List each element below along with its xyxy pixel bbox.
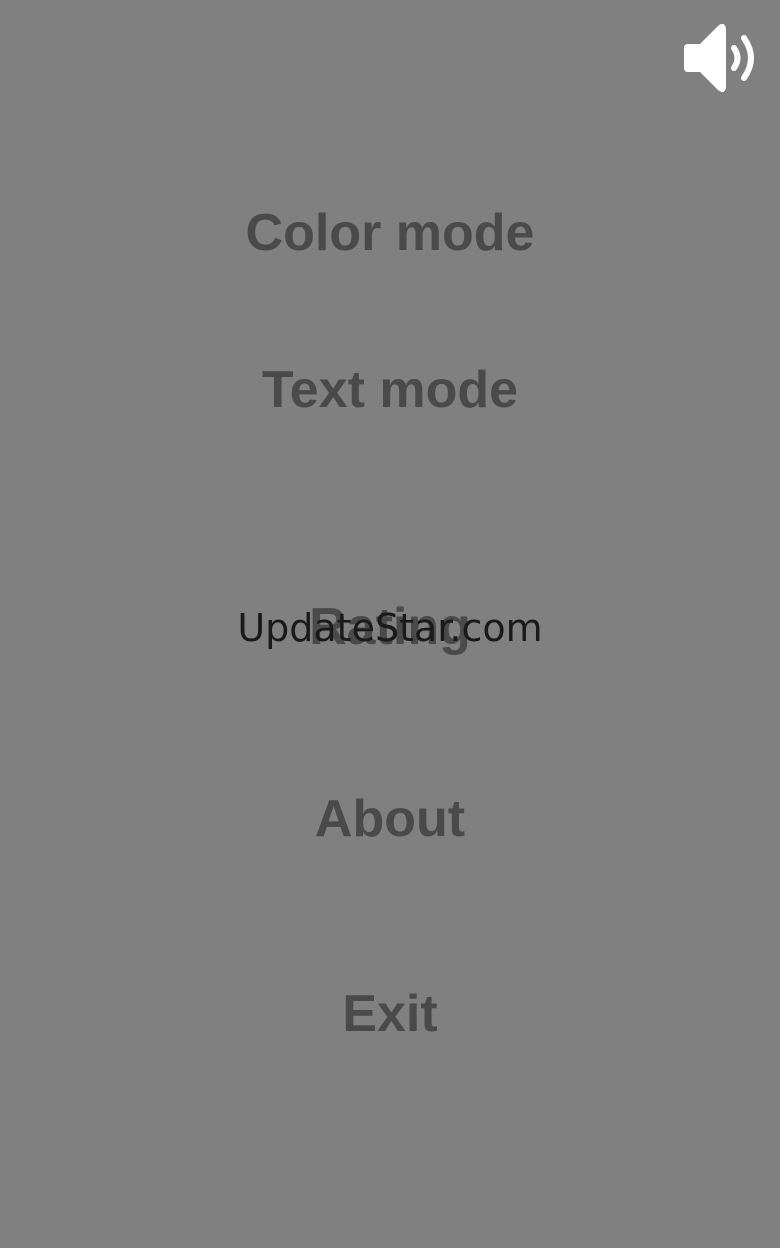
menu-item-about[interactable]: About <box>0 787 780 851</box>
menu-item-rating[interactable]: Rating <box>0 595 780 659</box>
menu-item-color-mode[interactable]: Color mode <box>0 201 780 265</box>
speaker-volume-icon <box>684 23 754 93</box>
menu-item-text-mode[interactable]: Text mode <box>0 358 780 422</box>
sound-toggle-button[interactable] <box>678 18 766 98</box>
menu-item-exit[interactable]: Exit <box>0 982 780 1046</box>
